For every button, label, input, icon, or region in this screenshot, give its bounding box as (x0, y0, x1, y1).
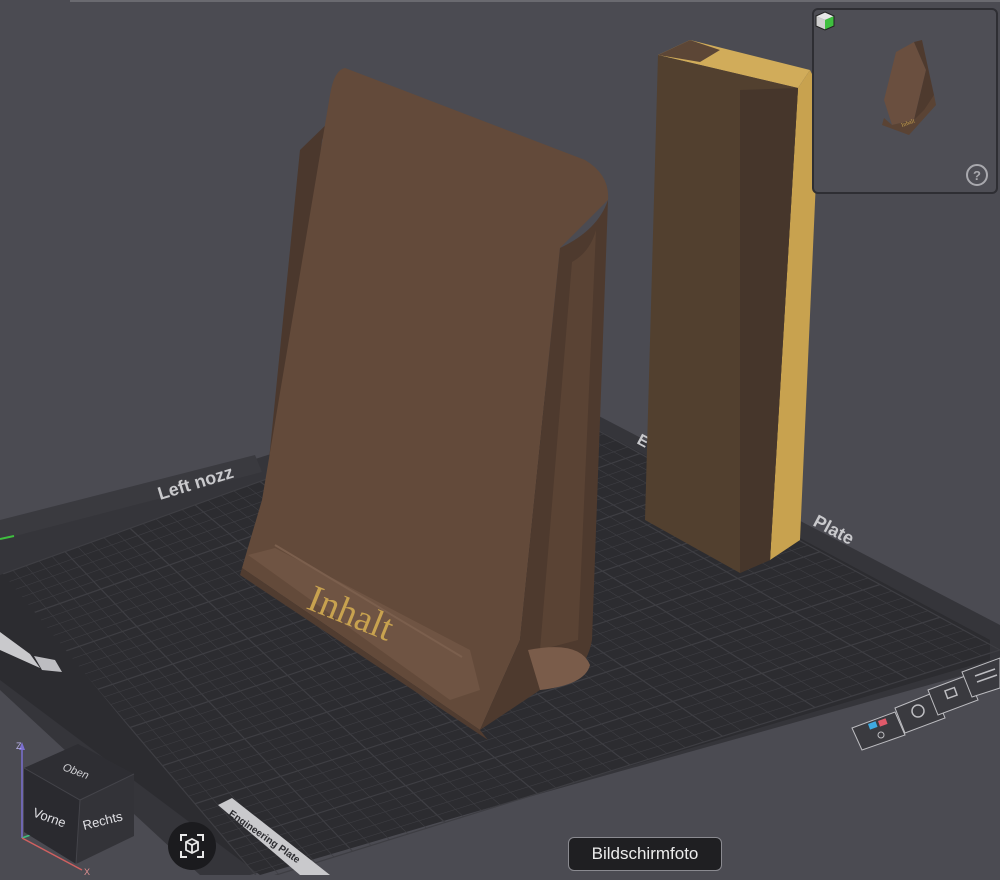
help-icon[interactable]: ? (966, 164, 988, 186)
focus-cube-icon (180, 834, 204, 858)
plate-preview-thumbnail[interactable]: Inhalt ? (812, 8, 998, 194)
navigation-cube[interactable]: Z Y X Oben Vorne Rechts (10, 730, 150, 875)
screenshot-tooltip: Bildschirmfoto (568, 837, 722, 871)
axis-z-label: Z (16, 741, 22, 751)
view-cube-icon[interactable] (814, 10, 836, 32)
color-swatch-icon[interactable] (851, 711, 906, 751)
top-border (70, 0, 1000, 2)
screenshot-button[interactable] (168, 822, 216, 870)
axis-x-label: X (84, 867, 90, 875)
block-model[interactable] (645, 40, 820, 573)
preview-render: Inhalt (882, 40, 936, 135)
